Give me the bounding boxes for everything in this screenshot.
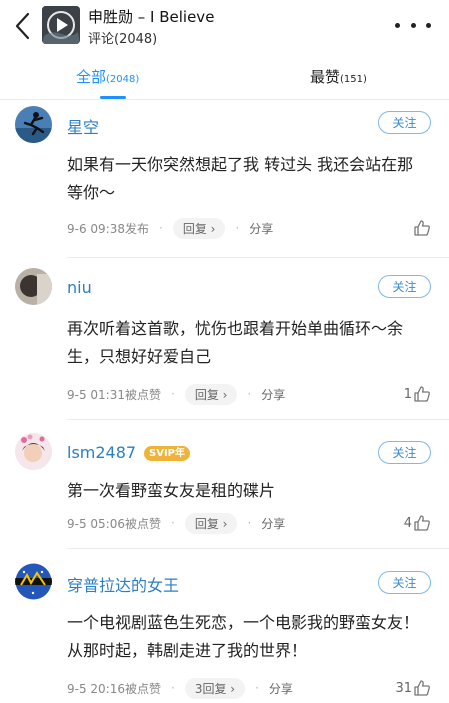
username[interactable]: 星空 [67,114,99,138]
avatar[interactable] [15,268,52,305]
reply-button[interactable]: 回复 › [184,512,238,534]
meta-separator: · [171,681,175,695]
comment-divider [67,548,449,549]
like-count: 4 [403,515,412,531]
like-button[interactable] [412,217,431,239]
share-button[interactable]: 分享 [269,680,293,697]
like-count: 1 [403,386,412,402]
meta-separator: · [235,221,240,235]
more-dot-icon [395,22,400,28]
like-button[interactable]: 4 [404,512,431,534]
share-button[interactable]: 分享 [261,515,285,532]
more-dot-icon [426,22,431,28]
tab-hot-label: 最赞 [310,68,341,86]
meta-separator: · [171,387,175,401]
reply-button[interactable]: 回复 › [184,383,238,405]
follow-button[interactable]: 关注 [378,571,431,594]
tab-hot-count: (151) [340,74,367,85]
reply-button[interactable]: 3回复 › [184,677,246,699]
runner-avatar-image [15,106,52,143]
like-button[interactable]: 31 [395,677,431,699]
thumbs-up-icon [414,220,430,236]
comment-text: 再次听着这首歌，忧伤也跟着开始单曲循环～余生，只想好好爱自己 [67,319,404,366]
top-bar: 申胜勋 – I Believe 评论(2048) [0,0,449,54]
comment-meta: 9-6 09:38发布 · 回复 › · 分享 [67,217,273,239]
avatar[interactable] [15,433,52,470]
comment-time: 9-5 05:06被点赞 [67,516,161,531]
follow-button[interactable]: 关注 [378,275,431,298]
share-button[interactable]: 分享 [261,386,285,403]
tab-all[interactable]: 全部(2048) [76,66,139,87]
comment-meta: 9-5 05:06被点赞 · 回复 › · 分享 [67,512,285,534]
meta-separator: · [247,516,252,530]
more-options-button[interactable] [395,15,431,35]
meta-separator: · [247,387,252,401]
username[interactable]: niu [67,278,92,297]
user-avatar-image [15,268,52,305]
user-avatar-image [15,433,52,470]
back-arrow-icon [15,12,30,40]
comment-time: 9-6 09:38发布 [67,221,149,236]
album-art [42,6,80,44]
meta-separator: · [159,221,163,235]
back-button[interactable] [8,8,36,44]
comment-time: 9-5 20:16被点赞 [67,681,161,696]
tab-most-liked[interactable]: 最赞(151) [310,66,367,87]
tab-all-count: (2048) [106,74,140,85]
thumbs-up-icon [414,680,430,696]
username[interactable]: lsm2487 [67,443,136,462]
share-button[interactable]: 分享 [249,220,273,237]
reply-button[interactable]: 回复 › [172,217,226,239]
more-dot-icon [410,22,416,28]
meta-separator: · [171,516,175,530]
like-button[interactable]: 1 [404,383,431,405]
meta-separator: · [255,681,259,695]
svip-badge: SVIP年 [144,446,190,461]
user-avatar-image [15,563,52,600]
comment-text: 如果有一天你突然想起了我 转过头 我还会站在那 等你～ [67,155,414,202]
song-cover-image[interactable] [42,6,80,44]
avatar[interactable] [15,563,52,600]
comment-time: 9-5 01:31被点赞 [67,387,161,402]
comment-meta: 9-5 20:16被点赞 · 3回复 › · 分享 [67,677,293,699]
follow-button[interactable]: 关注 [378,441,431,464]
comment-count-label: 评论(2048) [88,32,158,47]
comment-tabs: 全部(2048) 最赞(151) [0,54,449,100]
avatar[interactable] [15,106,52,143]
thumbs-up-icon [414,386,430,402]
thumbs-up-icon [414,515,430,531]
like-count: 31 [395,680,412,696]
active-tab-indicator [100,96,126,99]
tab-all-label: 全部 [76,68,107,86]
comment-divider [67,257,449,258]
song-title: 申胜勋 – I Believe [88,8,215,26]
comment-meta: 9-5 01:31被点赞 · 回复 › · 分享 [67,383,285,405]
follow-button[interactable]: 关注 [378,111,431,134]
comment-divider [67,419,449,420]
comment-text: 第一次看野蛮女友是租的碟片 [67,481,276,500]
comment-text: 一个电视剧蓝色生死恋，一个电影我的野蛮女友！从那时起，韩剧走进了我的世界！ [67,613,420,660]
username[interactable]: 穿普拉达的女王 [67,572,179,596]
